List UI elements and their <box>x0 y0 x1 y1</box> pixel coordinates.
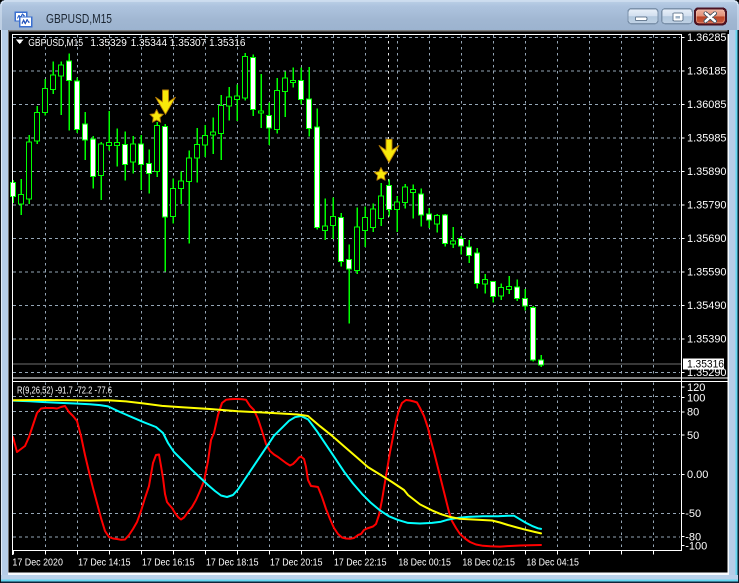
svg-text:1.36085: 1.36085 <box>687 99 727 111</box>
svg-text:1.35307: 1.35307 <box>170 37 207 49</box>
svg-text:R(9,26,52) -91.7 -72.2 -77.6: R(9,26,52) -91.7 -72.2 -77.6 <box>17 384 112 396</box>
svg-text:1.35316: 1.35316 <box>687 359 724 371</box>
svg-text:17 Dec 16:15: 17 Dec 16:15 <box>142 556 195 568</box>
svg-text:1.35985: 1.35985 <box>687 133 727 145</box>
svg-text:-100: -100 <box>685 540 707 552</box>
svg-text:18 Dec 04:15: 18 Dec 04:15 <box>526 556 579 568</box>
svg-text:GBPUSD,M15: GBPUSD,M15 <box>46 12 112 26</box>
svg-text:1.35329: 1.35329 <box>90 37 127 49</box>
svg-text:50: 50 <box>687 430 699 442</box>
svg-text:17 Dec 2020: 17 Dec 2020 <box>12 556 63 568</box>
svg-text:100: 100 <box>687 392 705 404</box>
svg-text:80: 80 <box>687 407 699 419</box>
svg-text:17 Dec 22:15: 17 Dec 22:15 <box>334 556 387 568</box>
svg-text:17 Dec 14:15: 17 Dec 14:15 <box>78 556 131 568</box>
svg-text:1.36285: 1.36285 <box>687 32 727 44</box>
svg-text:1.35790: 1.35790 <box>687 200 727 212</box>
svg-text:1.35890: 1.35890 <box>687 166 727 178</box>
svg-text:18 Dec 02:15: 18 Dec 02:15 <box>462 556 515 568</box>
svg-text:1.35590: 1.35590 <box>687 267 727 279</box>
svg-text:GBPUSD,M15: GBPUSD,M15 <box>28 37 83 49</box>
svg-text:0.00: 0.00 <box>687 469 708 481</box>
svg-text:1.35316: 1.35316 <box>209 37 246 49</box>
svg-text:1.35390: 1.35390 <box>687 334 727 346</box>
svg-text:17 Dec 18:15: 17 Dec 18:15 <box>206 556 259 568</box>
svg-text:1.35344: 1.35344 <box>131 37 168 49</box>
svg-text:1.36185: 1.36185 <box>687 66 727 78</box>
svg-text:1.35490: 1.35490 <box>687 300 727 312</box>
svg-text:17 Dec 20:15: 17 Dec 20:15 <box>270 556 323 568</box>
svg-text:18 Dec 00:15: 18 Dec 00:15 <box>398 556 451 568</box>
svg-text:1.35690: 1.35690 <box>687 233 727 245</box>
svg-text:-50: -50 <box>685 508 701 520</box>
